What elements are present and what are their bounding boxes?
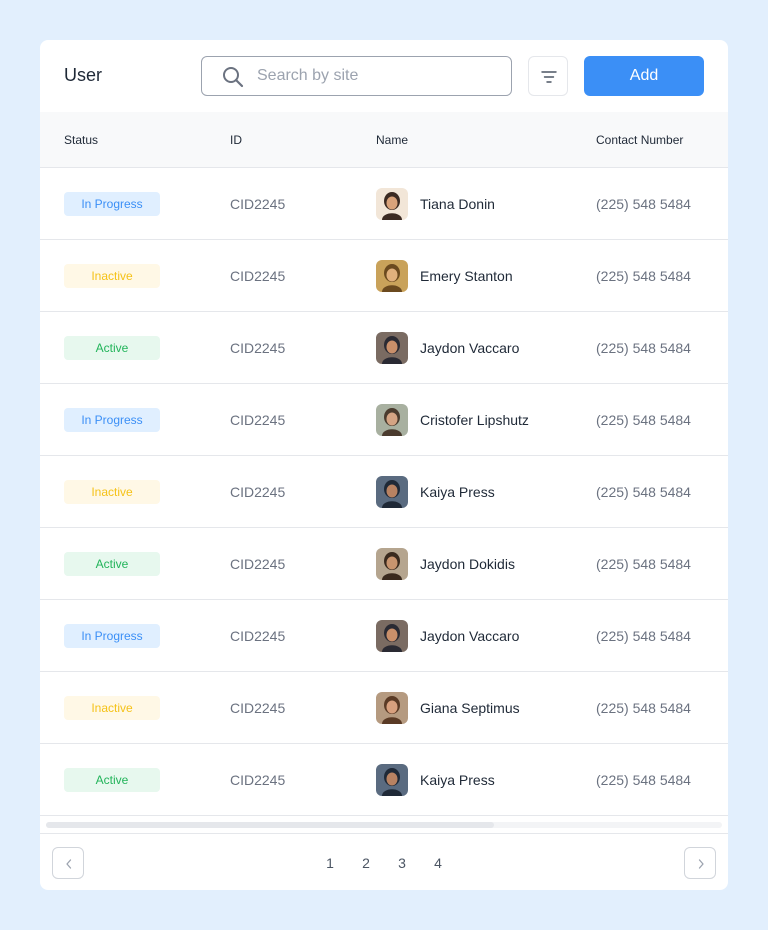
- search-input[interactable]: [257, 57, 502, 95]
- avatar: [376, 620, 408, 652]
- page-number-4[interactable]: 4: [430, 855, 446, 871]
- avatar: [376, 404, 408, 436]
- contact-number: (225) 548 5484: [596, 628, 691, 644]
- row-id: CID2245: [230, 628, 286, 644]
- column-header-name[interactable]: Name: [376, 133, 408, 147]
- page-title: User: [64, 65, 103, 85]
- table-row[interactable]: In Progress CID2245 Tiana Donin (225) 548 5…: [40, 168, 728, 240]
- contact-number: (225) 548 5484: [596, 772, 691, 788]
- table-row[interactable]: In Progress CID2245 Jaydon Vaccaro (225) 54…: [40, 600, 728, 672]
- filter-icon: [541, 71, 557, 83]
- status-badge: Inactive: [64, 264, 160, 288]
- filter-button[interactable]: [528, 56, 568, 96]
- table-row[interactable]: Active CID2245 Jaydon Dokidis (225) 548 548…: [40, 528, 728, 600]
- horizontal-scrollbar[interactable]: [46, 822, 722, 828]
- row-id: CID2245: [230, 700, 286, 716]
- toolbar: User Add: [40, 40, 728, 112]
- chevron-left-icon: [66, 859, 72, 869]
- scrollbar-thumb[interactable]: [46, 822, 494, 828]
- search-icon: [222, 66, 244, 88]
- table-row[interactable]: Inactive CID2245 Kaiya Press (225) 548 5484: [40, 456, 728, 528]
- status-badge: Active: [64, 768, 160, 792]
- contact-number: (225) 548 5484: [596, 196, 691, 212]
- avatar: [376, 260, 408, 292]
- contact-number: (225) 548 5484: [596, 700, 691, 716]
- avatar: [376, 764, 408, 796]
- table-row[interactable]: Inactive CID2245 Giana Septimus (225) 548 5…: [40, 672, 728, 744]
- table-row[interactable]: Inactive CID2245 Emery Stanton (225) 548 54…: [40, 240, 728, 312]
- next-page-button[interactable]: [684, 847, 716, 879]
- status-badge: Active: [64, 336, 160, 360]
- avatar: [376, 476, 408, 508]
- page-number-3[interactable]: 3: [394, 855, 410, 871]
- table-row[interactable]: In Progress CID2245 Cristofer Lipshutz (225…: [40, 384, 728, 456]
- contact-number: (225) 548 5484: [596, 556, 691, 572]
- user-name[interactable]: Tiana Donin: [420, 196, 495, 212]
- search-box[interactable]: [201, 56, 512, 96]
- user-name[interactable]: Giana Septimus: [420, 700, 520, 716]
- page-number-1[interactable]: 1: [322, 855, 338, 871]
- chevron-right-icon: [698, 859, 704, 869]
- row-id: CID2245: [230, 484, 286, 500]
- status-badge: In Progress: [64, 192, 160, 216]
- avatar: [376, 332, 408, 364]
- user-name[interactable]: Kaiya Press: [420, 772, 495, 788]
- table-body: In Progress CID2245 Tiana Donin (225) 548 5…: [40, 168, 728, 816]
- user-name[interactable]: Emery Stanton: [420, 268, 513, 284]
- pagination: 1 2 3 4: [40, 833, 728, 890]
- row-id: CID2245: [230, 268, 286, 284]
- avatar: [376, 692, 408, 724]
- contact-number: (225) 548 5484: [596, 412, 691, 428]
- status-badge: In Progress: [64, 408, 160, 432]
- avatar: [376, 548, 408, 580]
- avatar: [376, 188, 408, 220]
- status-badge: In Progress: [64, 624, 160, 648]
- user-name[interactable]: Jaydon Vaccaro: [420, 628, 519, 644]
- user-name[interactable]: Cristofer Lipshutz: [420, 412, 529, 428]
- user-name[interactable]: Kaiya Press: [420, 484, 495, 500]
- user-name[interactable]: Jaydon Dokidis: [420, 556, 515, 572]
- contact-number: (225) 548 5484: [596, 268, 691, 284]
- contact-number: (225) 548 5484: [596, 484, 691, 500]
- status-badge: Active: [64, 552, 160, 576]
- column-header-status[interactable]: Status: [64, 133, 98, 147]
- user-name[interactable]: Jaydon Vaccaro: [420, 340, 519, 356]
- prev-page-button[interactable]: [52, 847, 84, 879]
- user-table-card: User Add Status ID Name Contact Number I…: [40, 40, 728, 890]
- row-id: CID2245: [230, 772, 286, 788]
- column-header-id[interactable]: ID: [230, 133, 242, 147]
- status-badge: Inactive: [64, 696, 160, 720]
- row-id: CID2245: [230, 340, 286, 356]
- row-id: CID2245: [230, 412, 286, 428]
- page-number-2[interactable]: 2: [358, 855, 374, 871]
- table-row[interactable]: Active CID2245 Kaiya Press (225) 548 5484: [40, 744, 728, 816]
- row-id: CID2245: [230, 556, 286, 572]
- status-badge: Inactive: [64, 480, 160, 504]
- contact-number: (225) 548 5484: [596, 340, 691, 356]
- add-button[interactable]: Add: [584, 56, 704, 96]
- column-header-contact[interactable]: Contact Number: [596, 133, 683, 147]
- row-id: CID2245: [230, 196, 286, 212]
- table-header: Status ID Name Contact Number: [40, 112, 728, 168]
- table-row[interactable]: Active CID2245 Jaydon Vaccaro (225) 548 548…: [40, 312, 728, 384]
